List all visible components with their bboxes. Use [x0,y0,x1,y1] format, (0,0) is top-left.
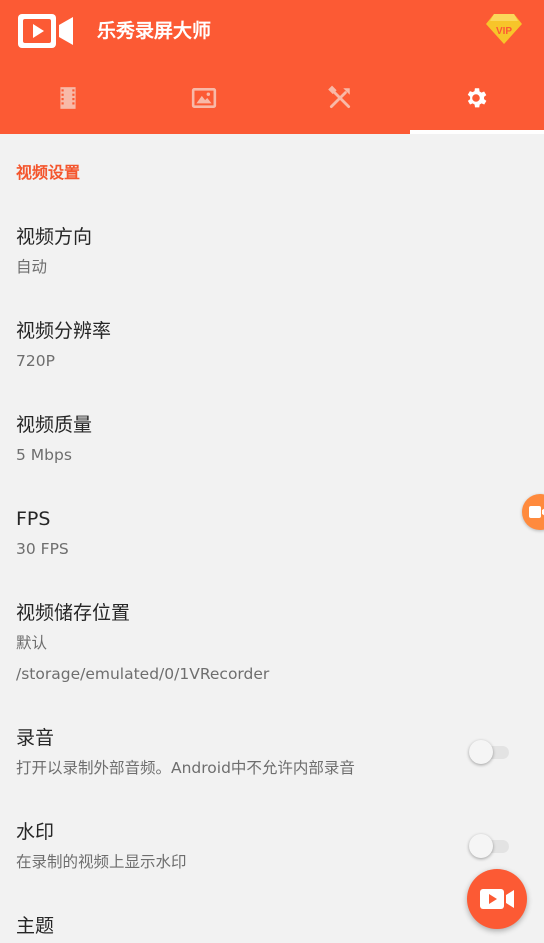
setting-title: FPS [16,508,51,530]
setting-record-audio[interactable]: 录音 打开以录制外部音频。Android中不允许内部录音 [16,725,516,779]
setting-value: 5 Mbps [16,446,72,464]
setting-title: 视频质量 [16,414,93,436]
setting-description: 打开以录制外部音频。Android中不允许内部录音 [16,759,355,777]
setting-title: 录音 [16,727,55,749]
tools-icon [328,85,351,109]
tab-tools[interactable] [272,62,408,134]
vip-diamond-icon[interactable]: VIP [486,13,522,45]
tab-settings[interactable] [408,62,544,134]
setting-value: 30 FPS [16,540,69,558]
section-title-video-settings: 视频设置 [16,163,81,182]
record-fab-button[interactable] [467,869,527,929]
setting-video-orientation[interactable]: 视频方向 自动 [16,224,516,278]
setting-title: 主题 [16,915,55,937]
setting-value: 自动 [16,258,48,276]
film-icon [60,87,76,109]
setting-value: 720P [16,352,55,370]
screen: 乐秀录屏大师 VIP 视频设置 视频方向 自动 视频分辨率 720P 视频质量 … [0,0,544,943]
gear-icon [467,88,487,108]
setting-title: 视频分辨率 [16,320,112,342]
storage-path: /storage/emulated/0/1VRecorder [16,665,270,683]
video-camera-icon [480,889,514,909]
app-bar: 乐秀录屏大师 VIP [0,0,544,62]
app-title: 乐秀录屏大师 [97,20,212,42]
setting-title: 视频方向 [16,226,93,248]
tab-bar [0,62,544,134]
setting-theme[interactable]: 主题 [16,913,516,939]
record-audio-toggle[interactable] [469,739,513,765]
toggle-thumb [469,834,493,858]
setting-video-resolution[interactable]: 视频分辨率 720P [16,318,516,372]
setting-description: 在录制的视频上显示水印 [16,853,187,871]
setting-storage-location[interactable]: 视频储存位置 默认 /storage/emulated/0/1VRecorder [16,600,516,685]
setting-title: 水印 [16,821,55,843]
setting-video-quality[interactable]: 视频质量 5 Mbps [16,412,516,466]
tab-videos[interactable] [0,62,136,134]
toggle-thumb [469,740,493,764]
setting-watermark[interactable]: 水印 在录制的视频上显示水印 [16,819,516,873]
video-camera-icon [529,506,544,518]
vip-label: VIP [496,26,512,37]
settings-list: 视频设置 视频方向 自动 视频分辨率 720P 视频质量 5 Mbps FPS … [0,134,544,943]
setting-fps[interactable]: FPS 30 FPS [16,506,516,560]
image-icon [191,88,217,108]
setting-title: 视频储存位置 [16,602,131,624]
watermark-toggle[interactable] [469,833,513,859]
tab-images[interactable] [136,62,272,134]
setting-value: 默认 [16,634,48,652]
video-camera-logo-icon [18,14,73,48]
